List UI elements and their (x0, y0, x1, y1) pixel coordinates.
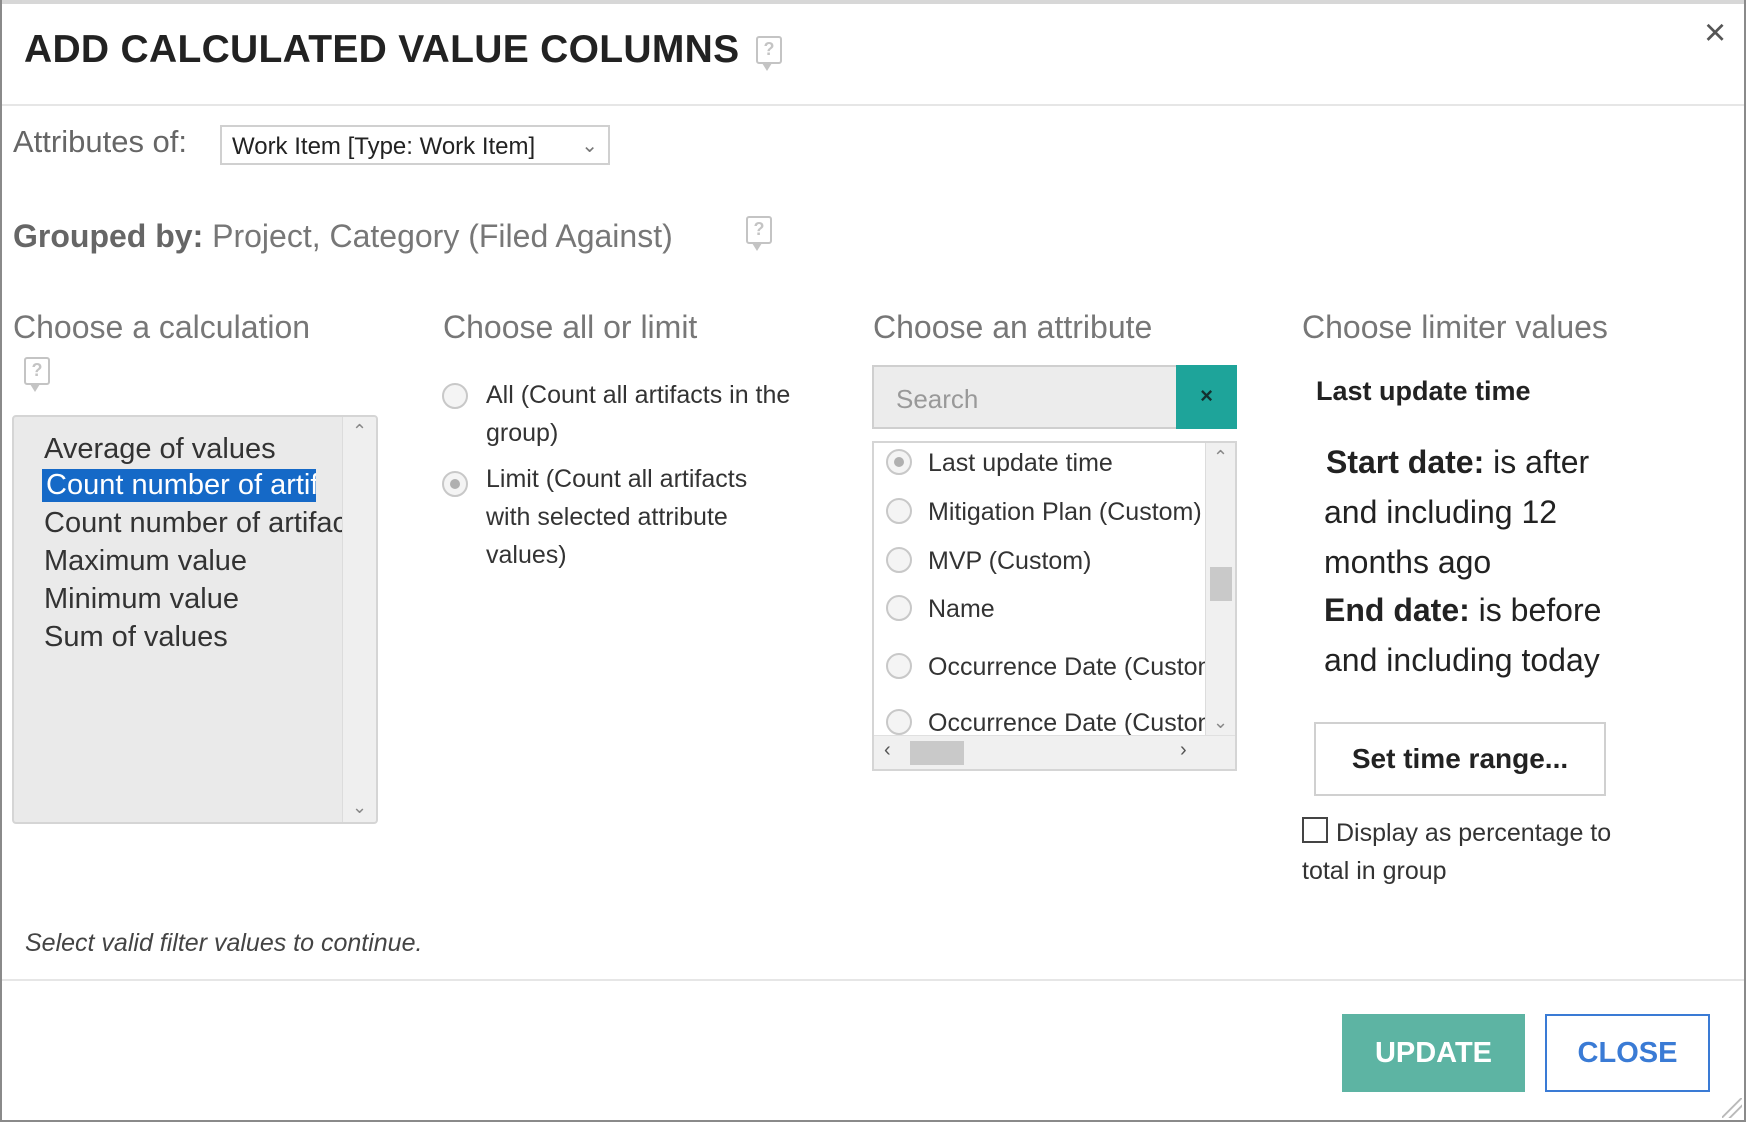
top-edge-strip (0, 0, 1746, 4)
percentage-checkbox-label: Display as percentage to total in group (1302, 819, 1612, 885)
limiter-attribute-name: Last update time (1316, 376, 1531, 406)
start-date-text: months ago (1324, 544, 1492, 580)
scroll-up-icon[interactable]: ⌃ (343, 421, 376, 442)
scroll-down-icon[interactable]: ⌄ (1206, 712, 1235, 733)
grouped-by: Grouped by: Project, Category (Filed Aga… (13, 218, 673, 255)
help-icon[interactable]: ? (756, 36, 782, 71)
end-date-text: is before (1478, 592, 1602, 628)
close-icon[interactable]: × (1704, 14, 1726, 52)
set-time-range-button[interactable]: Set time range... (1314, 722, 1606, 796)
calculation-heading: Choose a calculation (13, 309, 311, 345)
list-item-label: Name (928, 595, 995, 623)
scroll-up-icon[interactable]: ⌃ (1206, 447, 1235, 468)
radio-button[interactable] (886, 595, 912, 621)
radio-button[interactable] (886, 498, 912, 524)
scroll-right-icon[interactable]: › (1180, 739, 1187, 762)
list-item[interactable]: Count number of artifacts (42, 469, 316, 502)
list-scrollbar[interactable]: ⌃ ⌄ (342, 417, 376, 822)
list-item[interactable]: Minimum value (44, 583, 239, 616)
calculation-listbox[interactable]: Average of values Count number of artifa… (12, 415, 378, 824)
limit-radio[interactable] (442, 471, 468, 497)
start-date-line: Start date: is after (1326, 444, 1589, 481)
attributes-of-label: Attributes of: (13, 124, 188, 159)
grouped-by-value: Project, Category (Filed Against) (212, 218, 673, 254)
scroll-down-icon[interactable]: ⌄ (343, 797, 376, 818)
scroll-thumb[interactable] (910, 741, 964, 765)
start-date-label: Start date: (1326, 444, 1485, 480)
list-item-label: MVP (Custom) (928, 547, 1092, 575)
list-item[interactable]: Average of values (44, 433, 276, 466)
grouped-by-label: Grouped by: (13, 218, 204, 254)
limit-radio-line: values) (486, 541, 567, 569)
start-date-text: and including 12 (1324, 494, 1558, 530)
list-item-label: Occurrence Date (Custom) (928, 653, 1206, 681)
end-date-label: End date: (1324, 592, 1470, 628)
scroll-left-icon[interactable]: ‹ (884, 739, 891, 762)
resize-grip-icon[interactable] (1722, 1098, 1742, 1118)
radio-button[interactable] (886, 653, 912, 679)
limit-radio-line: with selected attribute (486, 503, 728, 531)
update-button[interactable]: UPDATE (1342, 1014, 1525, 1092)
scroll-thumb[interactable] (1210, 567, 1232, 601)
all-or-limit-heading: Choose all or limit (443, 309, 698, 345)
start-date-text: is after (1493, 444, 1590, 480)
dialog-title: ADD CALCULATED VALUE COLUMNS (24, 28, 740, 71)
end-date-line: End date: is before (1324, 592, 1601, 629)
chevron-down-icon: ⌄ (581, 135, 598, 157)
attribute-heading: Choose an attribute (873, 309, 1153, 345)
list-item-label: Occurrence Date (Custom) (928, 709, 1206, 737)
list-scrollbar[interactable]: ⌃ ⌄ (1205, 443, 1235, 737)
list-item[interactable]: Maximum value (44, 545, 247, 578)
radio-button[interactable] (886, 449, 912, 475)
all-radio-line: group) (486, 419, 559, 447)
clear-search-button[interactable]: × (1176, 365, 1237, 429)
horizontal-scrollbar[interactable]: ‹ › (874, 735, 1235, 769)
attribute-listbox[interactable]: Last update time Mitigation Plan (Custom… (872, 441, 1237, 771)
limit-radio-label: Limit (Count all artifacts with selected… (486, 460, 747, 574)
help-icon[interactable]: ? (24, 357, 50, 392)
footer-divider (2, 979, 1744, 981)
limit-radio-line: Limit (Count all artifacts (486, 465, 748, 493)
all-radio[interactable] (442, 383, 468, 409)
end-date-text: and including today (1324, 642, 1600, 678)
validation-hint: Select valid filter values to continue. (25, 929, 423, 957)
help-icon[interactable]: ? (746, 216, 772, 251)
radio-button[interactable] (886, 709, 912, 735)
limiter-heading: Choose limiter values (1302, 309, 1608, 345)
list-item-label: Last update time (928, 449, 1113, 477)
all-radio-label: All (Count all artifacts in the group) (486, 376, 790, 452)
close-button[interactable]: CLOSE (1545, 1014, 1710, 1092)
list-item[interactable]: Sum of values (44, 621, 228, 654)
header-divider (2, 104, 1744, 106)
attributes-of-select[interactable]: Work Item [Type: Work Item] ⌄ (220, 125, 610, 165)
list-item-label: Mitigation Plan (Custom) (928, 498, 1202, 526)
radio-button[interactable] (886, 547, 912, 573)
attributes-of-value: Work Item [Type: Work Item] (232, 133, 536, 160)
attribute-search-input[interactable]: Search (872, 365, 1176, 429)
all-radio-line: All (Count all artifacts in the (486, 381, 791, 409)
list-item[interactable]: Count number of artifacts (44, 507, 344, 540)
